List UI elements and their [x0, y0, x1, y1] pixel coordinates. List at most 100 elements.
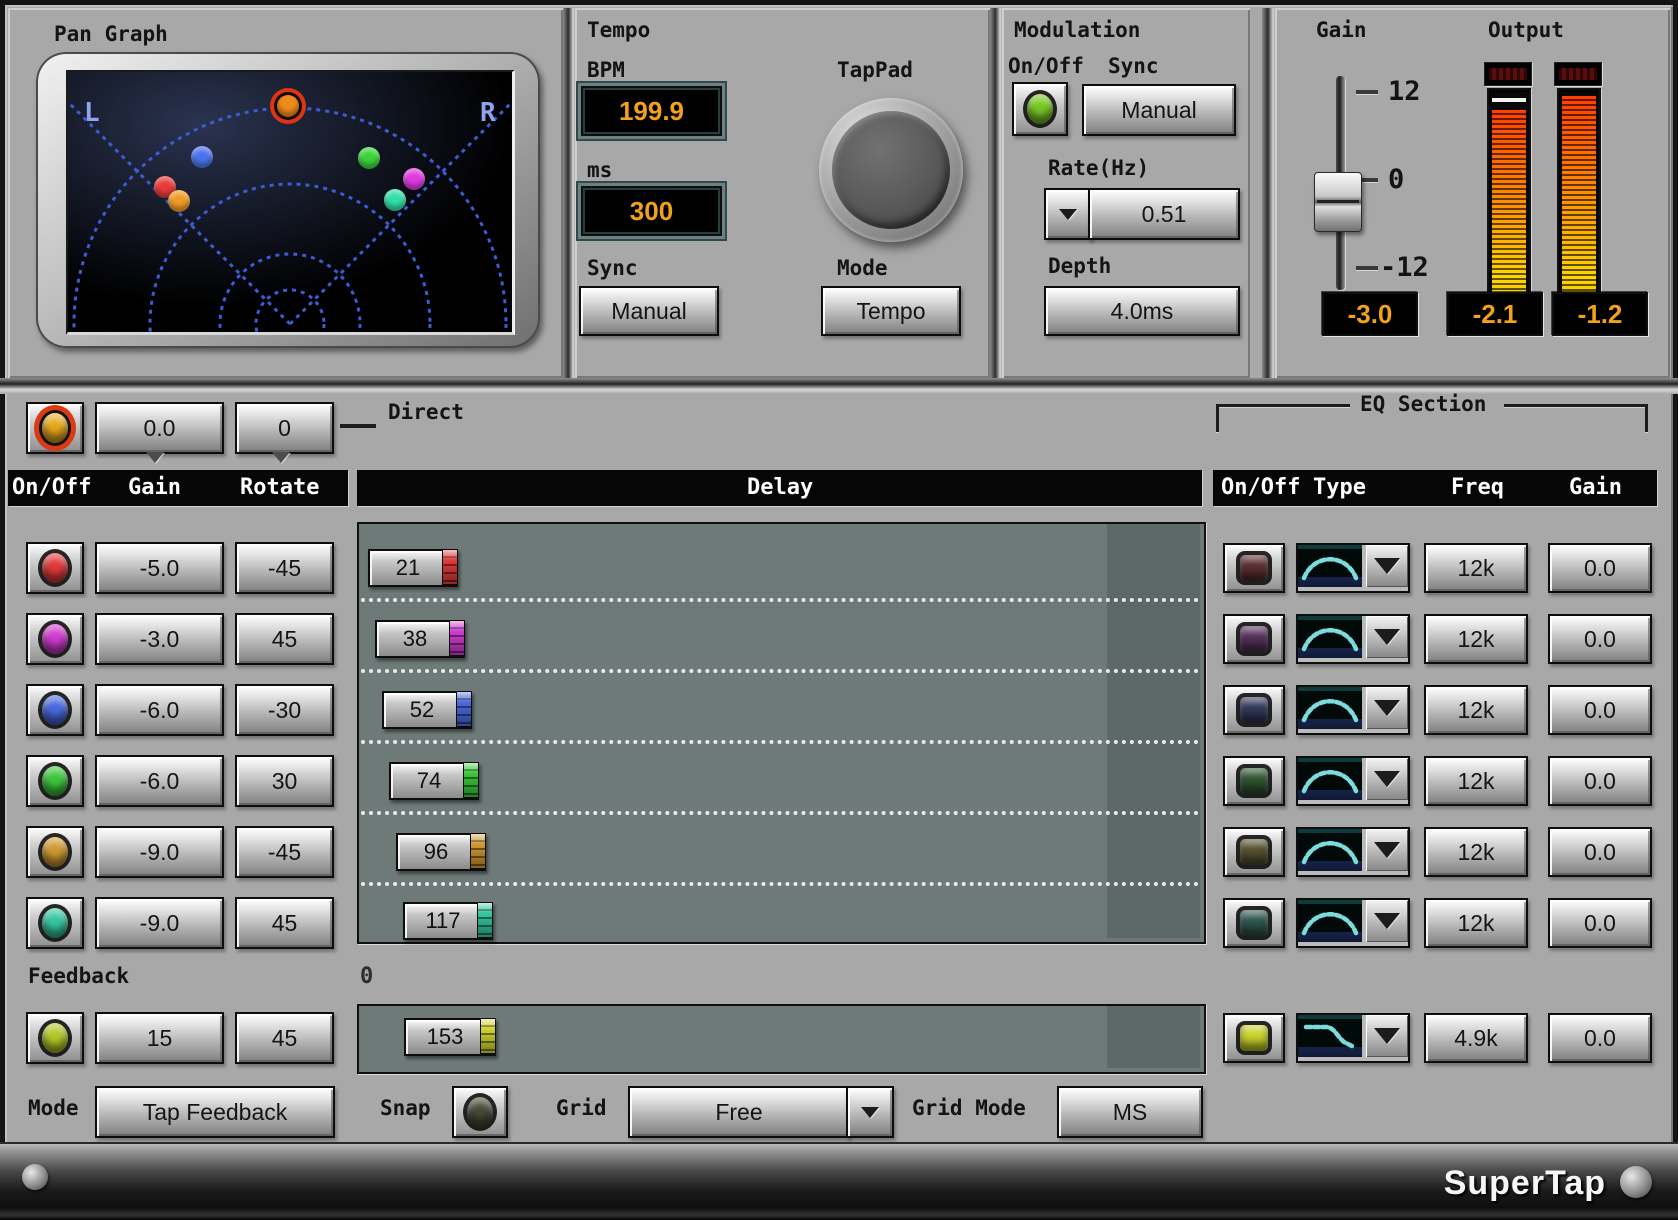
feedback-eq-onoff[interactable] — [1223, 1013, 1285, 1063]
tempo-sync-button[interactable]: Manual — [579, 286, 719, 336]
tap3-eq-type[interactable] — [1296, 685, 1410, 735]
tap6-eq-gem — [1240, 910, 1268, 936]
pan-graph-screen[interactable]: L R — [66, 70, 515, 335]
feedback-eq-gain[interactable]: 0.0 — [1548, 1013, 1652, 1063]
tap4-eq-freq[interactable]: 12k — [1424, 756, 1528, 806]
eq-type-dropdown[interactable] — [1366, 1015, 1408, 1057]
tap3-gain-button[interactable]: -6.0 — [95, 684, 224, 736]
snap-led-button[interactable] — [452, 1086, 508, 1138]
grid-combo-arrow[interactable] — [846, 1086, 894, 1138]
pan-dot-tap2[interactable] — [403, 168, 425, 190]
tap4-onoff-led[interactable] — [26, 755, 84, 807]
eq-type-dropdown[interactable] — [1366, 900, 1408, 942]
globe-icon[interactable] — [1620, 1166, 1652, 1198]
tap3-onoff-led[interactable] — [26, 684, 84, 736]
gain-fader-handle[interactable] — [1314, 172, 1362, 232]
tap3-eq-onoff[interactable] — [1223, 685, 1285, 735]
tap5-eq-onoff[interactable] — [1223, 827, 1285, 877]
tap2-onoff-led[interactable] — [26, 613, 84, 665]
tap1-eq-gain[interactable]: 0.0 — [1548, 543, 1652, 593]
tap6-eq-type[interactable] — [1296, 898, 1410, 948]
tap1-onoff-led[interactable] — [26, 542, 84, 594]
tap6-eq-onoff[interactable] — [1223, 898, 1285, 948]
feedback-gain-button[interactable]: 15 — [95, 1012, 224, 1064]
tap5-rotate-button[interactable]: -45 — [235, 826, 334, 878]
pan-dot-tap3[interactable] — [191, 146, 213, 168]
tap1-eq-type[interactable] — [1296, 543, 1410, 593]
tap6-onoff-led[interactable] — [26, 897, 84, 949]
eq-type-dropdown[interactable] — [1366, 758, 1408, 800]
tap2-eq-gain[interactable]: 0.0 — [1548, 614, 1652, 664]
tap4-eq-type[interactable] — [1296, 756, 1410, 806]
clip-indicator-right[interactable] — [1554, 62, 1602, 86]
tap4-delay-handle[interactable]: 74 — [389, 762, 479, 800]
tempo-mode-button[interactable]: Tempo — [821, 286, 961, 336]
mod-sync-button[interactable]: Manual — [1082, 84, 1236, 136]
feedback-rotate-button[interactable]: 45 — [235, 1012, 334, 1064]
tap5-eq-gain[interactable]: 0.0 — [1548, 827, 1652, 877]
tap5-delay-value: 96 — [424, 839, 448, 865]
clip-indicator-left[interactable] — [1484, 62, 1532, 86]
gridmode-button[interactable]: MS — [1057, 1086, 1203, 1138]
tap2-rotate-button[interactable]: 45 — [235, 613, 334, 665]
tap3-eq-gain[interactable]: 0.0 — [1548, 685, 1652, 735]
grid-combo-value[interactable]: Free — [628, 1086, 850, 1138]
tap1-gain-button[interactable]: -5.0 — [95, 542, 224, 594]
tap5-eq-type[interactable] — [1296, 827, 1410, 877]
eq-type-dropdown[interactable] — [1366, 545, 1408, 587]
mod-onoff-led[interactable] — [1012, 82, 1068, 136]
tap3-eq-freq[interactable]: 12k — [1424, 685, 1528, 735]
tap6-delay-handle[interactable]: 117 — [403, 902, 493, 940]
tap6-eq-freq[interactable]: 12k — [1424, 898, 1528, 948]
feedback-eq-type[interactable] — [1296, 1013, 1410, 1063]
tap2-eq-type[interactable] — [1296, 614, 1410, 664]
tap6-gain-button[interactable]: -9.0 — [95, 897, 224, 949]
tap3-delay-handle[interactable]: 52 — [382, 691, 472, 729]
tap3-rotate-button[interactable]: -30 — [235, 684, 334, 736]
eq-type-dropdown[interactable] — [1366, 687, 1408, 729]
pan-dot-tap6[interactable] — [384, 189, 406, 211]
tap6-rotate-button[interactable]: 45 — [235, 897, 334, 949]
bpm-display[interactable]: 199.9 — [581, 86, 722, 136]
tap2-delay-handle[interactable]: 38 — [375, 620, 465, 658]
tap2-eq-onoff[interactable] — [1223, 614, 1285, 664]
tap5-eq-freq[interactable]: 12k — [1424, 827, 1528, 877]
eq-type-dropdown[interactable] — [1366, 829, 1408, 871]
depth-button[interactable]: 4.0ms — [1044, 286, 1240, 336]
gain-value-display[interactable]: -3.0 — [1322, 292, 1418, 336]
rate-value-button[interactable]: 0.51 — [1088, 188, 1240, 240]
pan-dot-tap5[interactable] — [168, 190, 190, 212]
supertap-plugin-window: Pan Graph — [0, 0, 1678, 1220]
tap5-gain-button[interactable]: -9.0 — [95, 826, 224, 878]
tap5-onoff-led[interactable] — [26, 826, 84, 878]
tap1-eq-freq[interactable]: 12k — [1424, 543, 1528, 593]
tap4-rotate-button[interactable]: 30 — [235, 755, 334, 807]
tap5-delay-handle[interactable]: 96 — [396, 833, 486, 871]
tap5-eq-gem — [1240, 839, 1268, 865]
waves-ball-icon[interactable] — [22, 1164, 48, 1190]
tappad-knob[interactable] — [819, 98, 963, 242]
tap2-gain-button[interactable]: -3.0 — [95, 613, 224, 665]
ms-display[interactable]: 300 — [581, 186, 722, 236]
pan-dot-tap4[interactable] — [358, 147, 380, 169]
tap2-eq-freq[interactable]: 12k — [1424, 614, 1528, 664]
tap4-eq-gain[interactable]: 0.0 — [1548, 756, 1652, 806]
direct-onoff-led[interactable] — [26, 402, 84, 454]
pan-dot-direct[interactable] — [277, 95, 299, 117]
direct-rotate-button[interactable]: 0 — [235, 402, 334, 454]
mode-button[interactable]: Tap Feedback — [95, 1086, 335, 1138]
feedback-eq-freq[interactable]: 4.9k — [1424, 1013, 1528, 1063]
tap1-delay-handle[interactable]: 21 — [368, 549, 458, 587]
chevron-down-icon — [1374, 1028, 1400, 1044]
tap4-eq-onoff[interactable] — [1223, 756, 1285, 806]
rate-dropdown-arrow[interactable] — [1044, 188, 1092, 240]
direct-gain-button[interactable]: 0.0 — [95, 402, 224, 454]
tap1-rotate-button[interactable]: -45 — [235, 542, 334, 594]
feedback-delay-handle[interactable]: 153 — [404, 1018, 496, 1056]
tap6-eq-gain[interactable]: 0.0 — [1548, 898, 1652, 948]
tap1-eq-onoff[interactable] — [1223, 543, 1285, 593]
eq-bracket-line — [1645, 404, 1648, 432]
tap4-gain-button[interactable]: -6.0 — [95, 755, 224, 807]
feedback-onoff-led[interactable] — [26, 1012, 84, 1064]
eq-type-dropdown[interactable] — [1366, 616, 1408, 658]
